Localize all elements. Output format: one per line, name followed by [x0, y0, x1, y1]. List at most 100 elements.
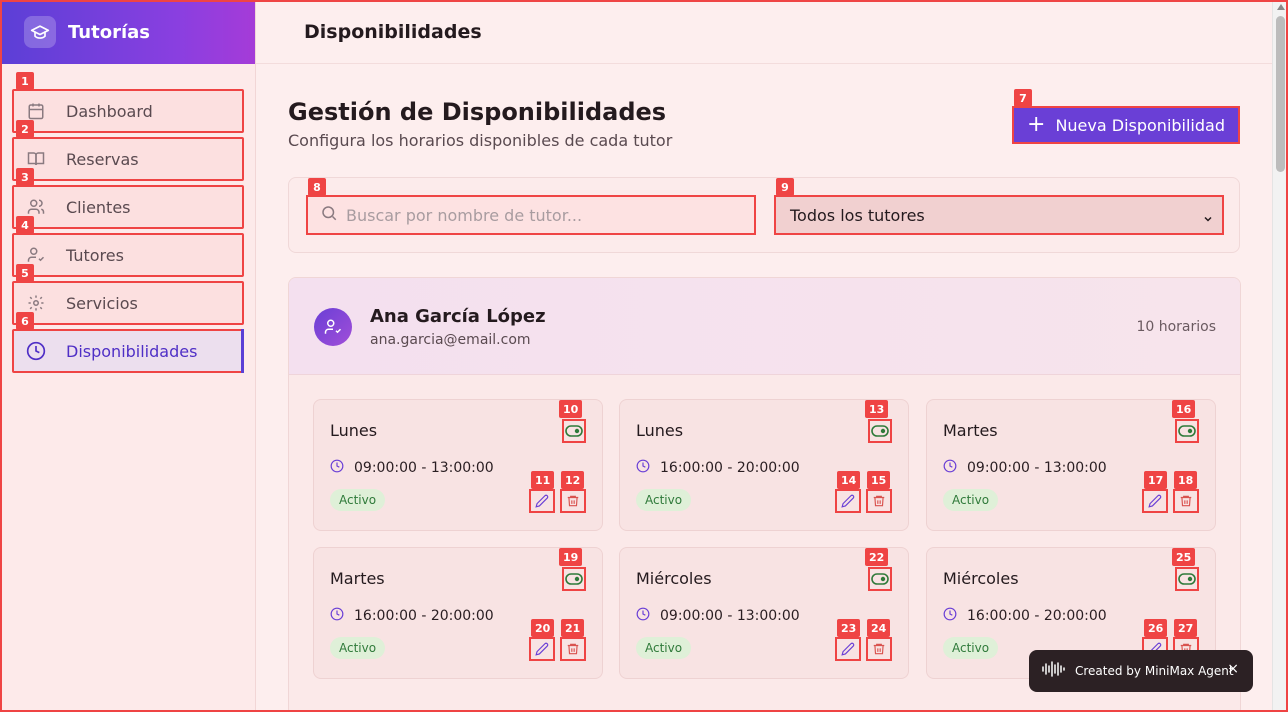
annotation-badge: 11 — [531, 471, 555, 489]
clock-icon — [636, 606, 650, 625]
brand-header: Tutorías — [0, 0, 255, 64]
toggle-icon[interactable] — [868, 419, 892, 443]
annotation-badge: 24 — [867, 619, 891, 637]
toggle-icon[interactable] — [1175, 419, 1199, 443]
sidebar-item-label: Servicios — [66, 293, 138, 313]
close-icon[interactable]: × — [1227, 661, 1239, 677]
annotation-badge: 27 — [1174, 619, 1198, 637]
availability-card: Martes 16:00:00 - 20:00:00 Activo — [313, 547, 603, 679]
sidebar-item-label: Reservas — [66, 149, 139, 169]
search-icon — [320, 204, 338, 226]
toast-text: Created by MiniMax Agent — [1075, 664, 1234, 678]
vertical-scrollbar[interactable] — [1272, 0, 1288, 712]
chevron-down-icon — [1202, 210, 1214, 229]
clock-icon — [943, 606, 957, 625]
slot-time-row: 09:00:00 - 13:00:00 — [330, 458, 494, 477]
annotation-badge: 14 — [837, 471, 861, 489]
edit-icon[interactable] — [835, 489, 861, 513]
page-title: Gestión de Disponibilidades — [288, 98, 667, 126]
edit-icon[interactable] — [1142, 489, 1168, 513]
annotation-badge: 25 — [1172, 548, 1196, 566]
status-badge: Activo — [636, 489, 692, 511]
slot-day: Martes — [943, 421, 998, 440]
clock-icon — [943, 458, 957, 477]
trash-icon[interactable] — [866, 489, 892, 513]
plus-icon: + — [1027, 112, 1046, 137]
clock-icon — [330, 458, 344, 477]
annotation-badge: 19 — [559, 548, 583, 566]
trash-icon[interactable] — [560, 489, 586, 513]
slot-time: 16:00:00 - 20:00:00 — [354, 607, 494, 624]
slot-day: Martes — [330, 569, 385, 588]
annotation-badge: 22 — [865, 548, 889, 566]
edit-icon[interactable] — [529, 489, 555, 513]
toggle-icon[interactable] — [868, 567, 892, 591]
toggle-icon[interactable] — [1175, 567, 1199, 591]
annotation-badge: 5 — [16, 264, 34, 282]
annotation-badge: 13 — [865, 400, 889, 418]
slot-day: Miércoles — [636, 569, 712, 588]
calendar-icon — [26, 101, 46, 121]
annotation-badge: 7 — [1014, 89, 1032, 107]
tutor-email: ana.garcia@email.com — [370, 332, 531, 348]
annotation-badge: 8 — [308, 178, 326, 196]
sidebar-item-servicios[interactable]: Servicios — [12, 281, 244, 325]
slot-day: Lunes — [636, 421, 684, 440]
edit-icon[interactable] — [529, 637, 555, 661]
scroll-up-icon[interactable] — [1277, 4, 1285, 10]
trash-icon[interactable] — [866, 637, 892, 661]
status-badge: Activo — [636, 637, 692, 659]
annotation-badge: 20 — [531, 619, 555, 637]
slot-day: Lunes — [330, 421, 378, 440]
availability-card: Martes 09:00:00 - 13:00:00 Activo — [926, 399, 1216, 531]
new-availability-label: Nueva Disponibilidad — [1055, 115, 1225, 135]
toggle-icon[interactable] — [562, 567, 586, 591]
annotation-badge: 9 — [776, 178, 794, 196]
annotation-badge: 21 — [561, 619, 585, 637]
annotation-badge: 1 — [16, 72, 34, 90]
slot-time: 16:00:00 - 20:00:00 — [660, 459, 800, 476]
trash-icon[interactable] — [1173, 489, 1199, 513]
tutor-header: Ana García López ana.garcia@email.com 10… — [289, 278, 1240, 375]
graduation-cap-icon — [24, 16, 56, 48]
schedule-count: 10 horarios — [1136, 319, 1216, 335]
sidebar: Tutorías Dashboard Reservas Clientes Tut… — [0, 0, 256, 712]
sidebar-item-label: Dashboard — [66, 101, 153, 121]
annotation-badge: 26 — [1144, 619, 1168, 637]
availability-card: Lunes 16:00:00 - 20:00:00 Activo — [619, 399, 909, 531]
sidebar-item-reservas[interactable]: Reservas — [12, 137, 244, 181]
annotation-badge: 2 — [16, 120, 34, 138]
sidebar-item-disponibilidades[interactable]: Disponibilidades — [12, 329, 244, 373]
sidebar-item-clientes[interactable]: Clientes — [12, 185, 244, 229]
annotation-badge: 16 — [1172, 400, 1196, 418]
status-badge: Activo — [330, 637, 386, 659]
slot-time-row: 16:00:00 - 20:00:00 — [636, 458, 800, 477]
edit-icon[interactable] — [835, 637, 861, 661]
tutor-filter-select[interactable]: Todos los tutores — [774, 195, 1224, 235]
sidebar-item-dashboard[interactable]: Dashboard — [12, 89, 244, 133]
slot-time-row: 16:00:00 - 20:00:00 — [943, 606, 1107, 625]
slot-day: Miércoles — [943, 569, 1019, 588]
settings-icon — [26, 293, 46, 313]
clock-icon — [26, 341, 46, 361]
annotation-badge: 4 — [16, 216, 34, 234]
new-availability-button[interactable]: + Nueva Disponibilidad — [1012, 106, 1240, 144]
sidebar-item-label: Tutores — [66, 245, 124, 265]
trash-icon[interactable] — [560, 637, 586, 661]
search-field[interactable] — [306, 195, 756, 235]
sidebar-item-tutores[interactable]: Tutores — [12, 233, 244, 277]
availability-card: Lunes 09:00:00 - 13:00:00 Activo — [313, 399, 603, 531]
annotation-badge: 15 — [867, 471, 891, 489]
waveform-icon — [1041, 660, 1067, 682]
slot-time: 09:00:00 - 13:00:00 — [660, 607, 800, 624]
annotation-badge: 6 — [16, 312, 34, 330]
search-input[interactable] — [346, 205, 746, 225]
annotation-badge: 23 — [837, 619, 861, 637]
scroll-thumb[interactable] — [1276, 16, 1285, 172]
annotation-badge: 10 — [559, 400, 583, 418]
status-badge: Activo — [943, 637, 999, 659]
toggle-icon[interactable] — [562, 419, 586, 443]
slot-time: 09:00:00 - 13:00:00 — [967, 459, 1107, 476]
annotation-badge: 18 — [1174, 471, 1198, 489]
slot-time-row: 09:00:00 - 13:00:00 — [943, 458, 1107, 477]
